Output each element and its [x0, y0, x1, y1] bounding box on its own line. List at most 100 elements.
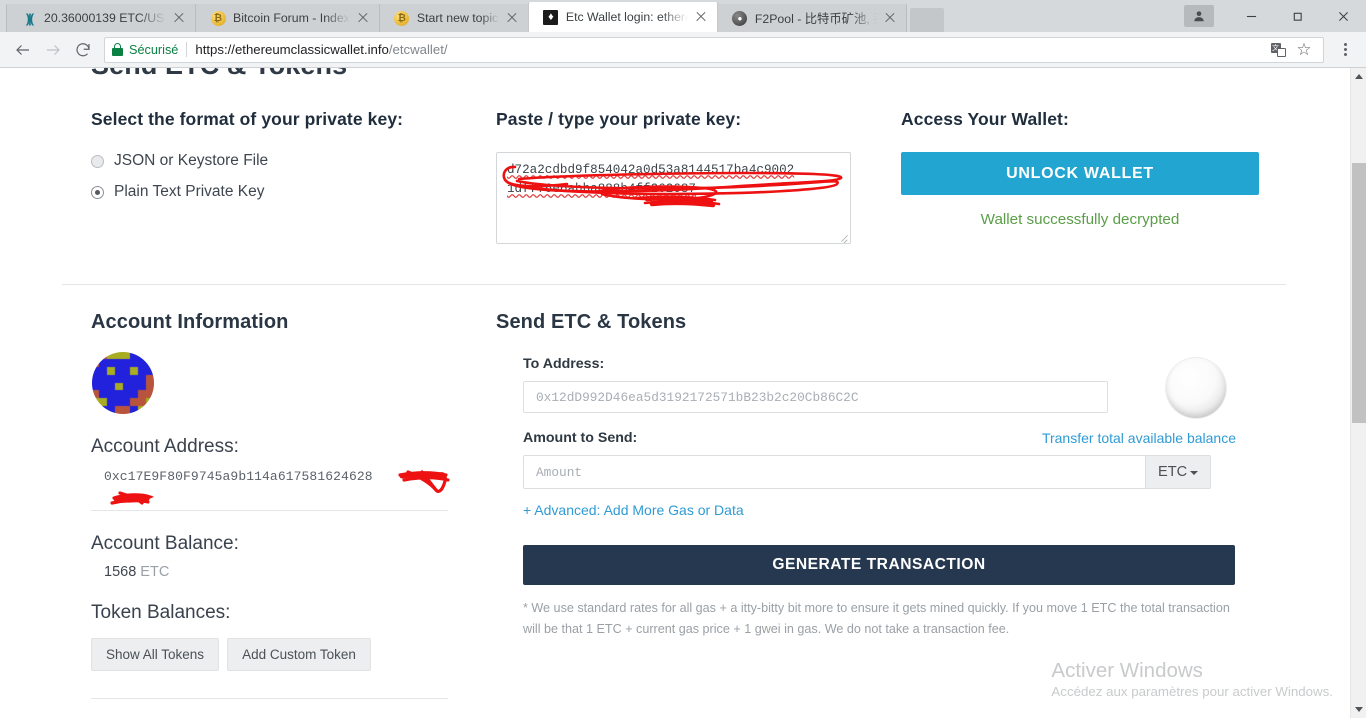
- profile-avatar-icon[interactable]: [1184, 5, 1214, 27]
- page-viewport: Send ETC & Tokens Select the format of y…: [0, 68, 1366, 718]
- scroll-up-icon[interactable]: [1351, 68, 1366, 85]
- lock-icon: [111, 43, 124, 56]
- windows-activation-watermark: Activer Windows Accédez aux paramètres p…: [1051, 658, 1333, 699]
- tab-title: 20.36000139 ETC/USDT |: [44, 11, 166, 25]
- tab-close-icon[interactable]: [171, 10, 187, 26]
- minimize-icon[interactable]: [1228, 0, 1274, 32]
- vertical-scrollbar[interactable]: [1350, 68, 1366, 718]
- send-transaction-column: Send ETC & Tokens Transfer total availab…: [496, 311, 1256, 718]
- kebab-menu-icon[interactable]: [1332, 37, 1358, 63]
- tab-title: Etc Wallet login: ethereu: [565, 10, 688, 24]
- account-information-column: Account Information Account Address: 0xc…: [91, 311, 496, 718]
- send-form: To Address: 0x12dD992D46ea5d3192172571bB…: [496, 356, 1235, 640]
- private-key-line-2: 1dff76e6abba888b4ff262687: [507, 182, 696, 196]
- radio-icon-selected[interactable]: [91, 185, 104, 199]
- key-format-heading: Select the format of your private key:: [91, 109, 404, 129]
- to-address-label: To Address:: [523, 356, 605, 372]
- browser-tab-0[interactable]: )|( 20.36000139 ETC/USDT |: [6, 4, 196, 32]
- to-address-input[interactable]: 0x12dD992D46ea5d3192172571bB23b2c20Cb86C…: [523, 381, 1108, 413]
- account-balance-value: 1568 ETC: [104, 564, 496, 580]
- watermark-subtitle: Accédez aux paramètres pour activer Wind…: [1051, 684, 1333, 699]
- bitcoin-icon: ₿: [210, 10, 226, 26]
- scroll-down-icon[interactable]: [1351, 701, 1366, 718]
- url-path: /etcwallet/: [388, 42, 448, 57]
- radio-label: Plain Text Private Key: [114, 183, 265, 200]
- browser-tab-4[interactable]: ● F2Pool - 比特币矿池, 莱: [716, 4, 907, 32]
- radio-option-plaintext[interactable]: Plain Text Private Key: [91, 183, 496, 201]
- huobi-icon: )|(: [25, 10, 34, 26]
- radio-option-json[interactable]: JSON or Keystore File: [91, 152, 496, 170]
- browser-tab-3[interactable]: ♦ Etc Wallet login: ethereu: [527, 2, 718, 32]
- balance-unit: ETC: [140, 564, 170, 580]
- textarea-resize-handle[interactable]: [839, 233, 848, 242]
- bitcoin-icon: ₿: [394, 10, 410, 26]
- advanced-options-link[interactable]: + Advanced: Add More Gas or Data: [523, 502, 1211, 518]
- reload-icon[interactable]: [68, 35, 98, 65]
- unlock-wallet-section: Select the format of your private key: J…: [0, 109, 1350, 244]
- private-key-column: Paste / type your private key: d72a2cdbd…: [496, 109, 901, 244]
- private-key-line-1: d72a2cdbd9f854042a0d53a8144517ba4c9002: [507, 163, 795, 177]
- back-arrow-icon[interactable]: [8, 35, 38, 65]
- token-buttons: Show All Tokens Add Custom Token: [91, 638, 496, 671]
- tab-close-icon[interactable]: [355, 10, 371, 26]
- page-content: Send ETC & Tokens Select the format of y…: [0, 68, 1350, 718]
- tab-strip: )|( 20.36000139 ETC/USDT | ₿ Bitcoin For…: [0, 0, 1366, 32]
- key-format-column: Select the format of your private key: J…: [91, 109, 496, 244]
- transfer-total-balance-link[interactable]: Transfer total available balance: [1042, 430, 1236, 446]
- browser-window: )|( 20.36000139 ETC/USDT | ₿ Bitcoin For…: [0, 0, 1366, 718]
- private-key-textarea[interactable]: d72a2cdbd9f854042a0d53a8144517ba4c9002 1…: [496, 152, 851, 244]
- account-information-heading: Account Information: [91, 311, 289, 333]
- window-controls: [1184, 0, 1366, 32]
- balance-amount: 1568: [104, 564, 137, 580]
- scrollbar-thumb[interactable]: [1352, 163, 1366, 423]
- chevron-down-icon: [1190, 471, 1199, 475]
- account-address-value: 0xc17E9F80F9745a9b114a617581624628: [104, 469, 464, 505]
- maximize-icon[interactable]: [1274, 0, 1320, 32]
- radio-icon[interactable]: [91, 154, 104, 168]
- account-address-text: 0xc17E9F80F9745a9b114a617581624628: [104, 469, 373, 484]
- generate-transaction-button[interactable]: GENERATE TRANSACTION: [523, 545, 1235, 585]
- recipient-identicon-placeholder: [1166, 358, 1226, 418]
- unlock-wallet-button[interactable]: UNLOCK WALLET: [901, 152, 1259, 195]
- gas-footnote: * We use standard rates for all gas + a …: [523, 601, 1230, 636]
- currency-unit-label: ETC: [1157, 464, 1188, 480]
- tab-close-icon[interactable]: [504, 10, 520, 26]
- tab-title: Bitcoin Forum - Index: [233, 11, 350, 25]
- account-identicon: [92, 352, 154, 414]
- account-divider-2: [91, 698, 448, 699]
- account-address-label: Account Address:: [91, 436, 239, 457]
- currency-unit-dropdown[interactable]: ETC: [1145, 455, 1211, 489]
- close-icon[interactable]: [1320, 0, 1366, 32]
- ethereum-icon: ♦: [543, 9, 559, 25]
- forward-arrow-icon[interactable]: [38, 35, 68, 65]
- security-label: Sécurisé: [129, 42, 179, 57]
- page-title-clipped: Send ETC & Tokens: [91, 68, 1350, 81]
- address-bar[interactable]: Sécurisé https://ethereumclassicwallet.i…: [104, 36, 1324, 63]
- translate-icon[interactable]: 文: [1265, 37, 1291, 63]
- token-balances-label: Token Balances:: [91, 602, 231, 623]
- decrypt-status-message: Wallet successfully decrypted: [980, 211, 1180, 228]
- access-wallet-column: Access Your Wallet: UNLOCK WALLET Wallet…: [901, 109, 1261, 244]
- browser-tab-1[interactable]: ₿ Bitcoin Forum - Index: [195, 4, 380, 32]
- account-balance-label: Account Balance:: [91, 533, 239, 554]
- amount-row: Amount ETC: [523, 455, 1211, 489]
- show-all-tokens-button[interactable]: Show All Tokens: [91, 638, 220, 671]
- browser-tab-2[interactable]: ₿ Start new topic: [378, 4, 529, 32]
- section-divider: [62, 284, 1286, 285]
- watermark-title: Activer Windows: [1051, 659, 1203, 682]
- amount-input[interactable]: Amount: [523, 455, 1146, 489]
- star-icon[interactable]: ☆: [1291, 37, 1317, 63]
- f2pool-icon: ●: [732, 10, 748, 26]
- account-divider-1: [91, 510, 448, 511]
- tab-close-icon[interactable]: [693, 9, 709, 25]
- url-separator: [186, 42, 188, 57]
- tab-title: Start new topic: [416, 11, 499, 25]
- url-host: https://ethereumclassicwallet.info: [195, 42, 389, 57]
- wallet-details-section: Account Information Account Address: 0xc…: [0, 311, 1350, 718]
- paste-key-heading: Paste / type your private key:: [496, 109, 742, 129]
- new-tab-button[interactable]: [909, 8, 944, 32]
- add-custom-token-button[interactable]: Add Custom Token: [227, 638, 371, 671]
- radio-label: JSON or Keystore File: [114, 152, 269, 169]
- tab-close-icon[interactable]: [882, 10, 898, 26]
- send-heading: Send ETC & Tokens: [496, 311, 687, 333]
